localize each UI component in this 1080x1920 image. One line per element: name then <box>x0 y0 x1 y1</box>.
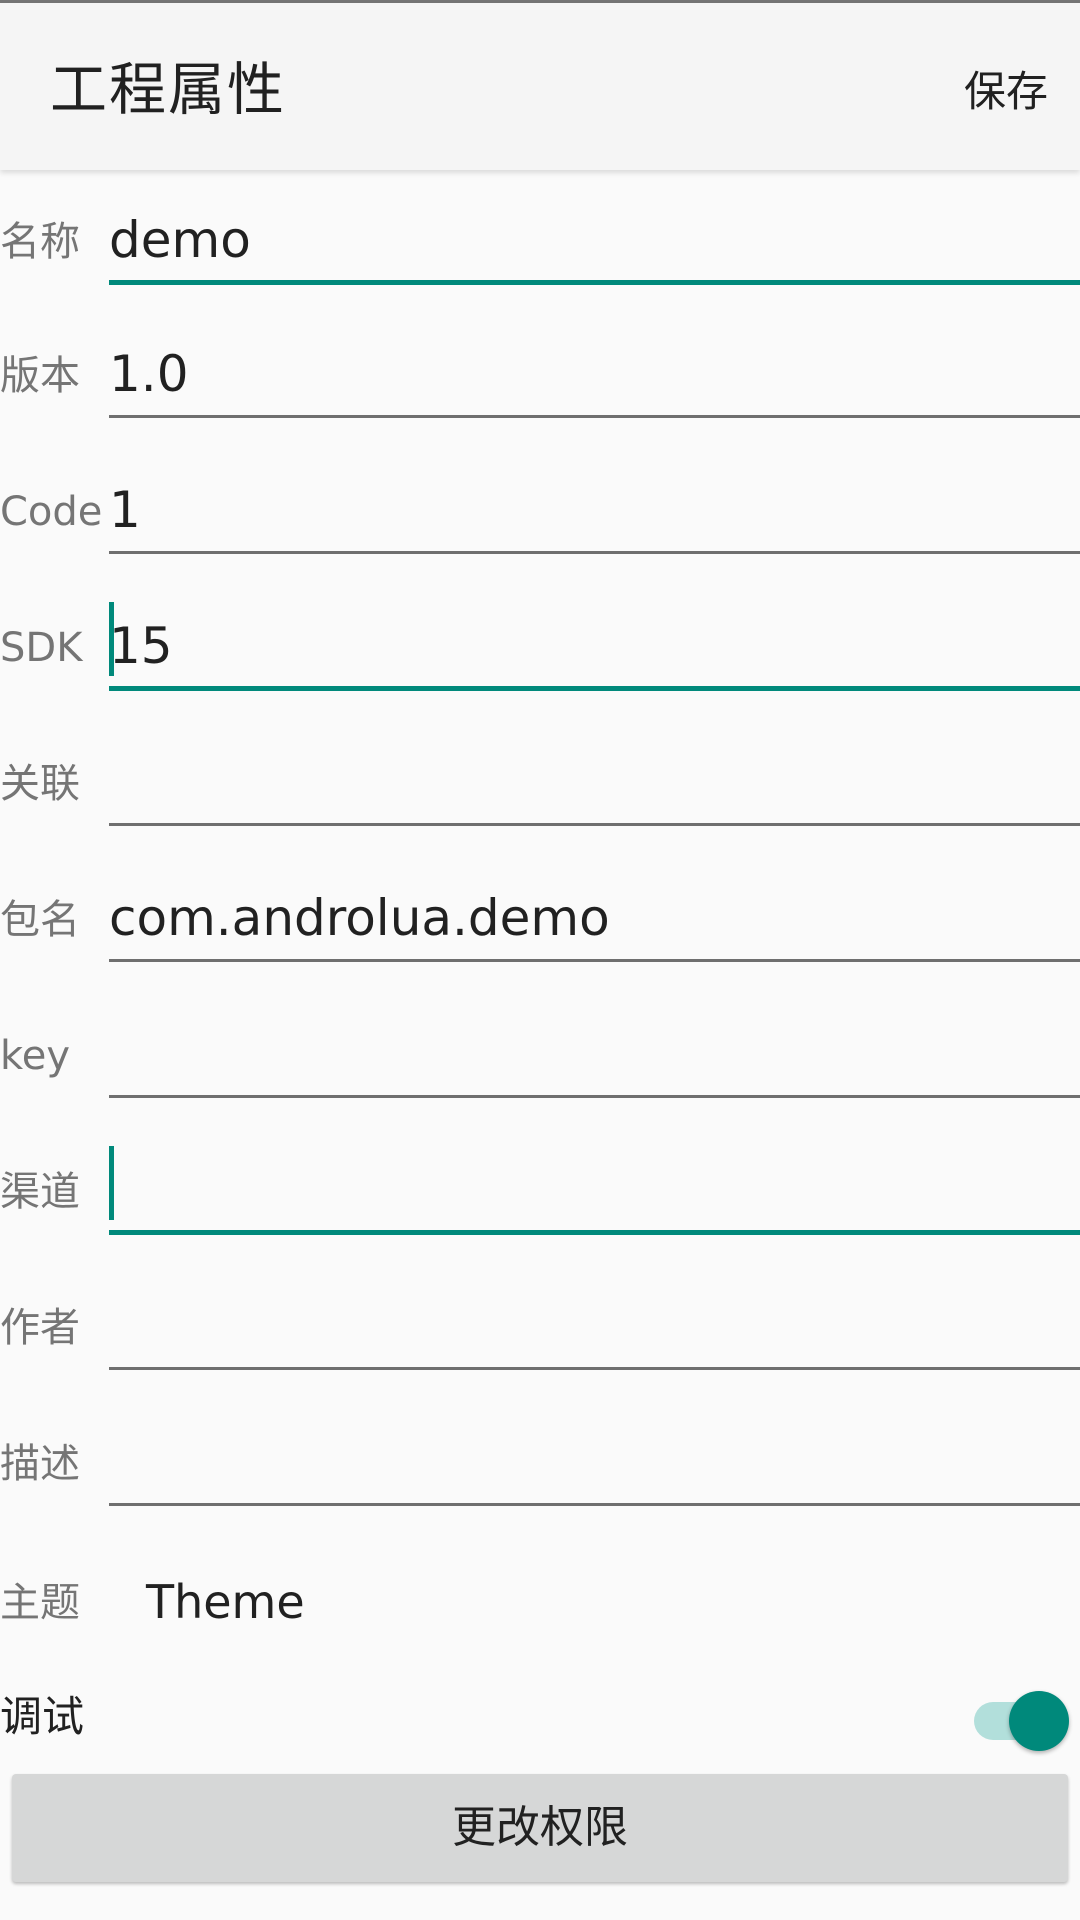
author-field[interactable] <box>109 1234 1080 1370</box>
theme-label: 主题 <box>0 1580 80 1626</box>
page-title: 工程属性 <box>50 57 286 123</box>
key-field[interactable] <box>109 962 1080 1098</box>
field-label-sdk: SDK <box>0 625 83 671</box>
package-field[interactable]: com.androlua.demo <box>109 826 1080 962</box>
form-row-name: 名称 demo <box>0 148 1080 285</box>
form-row-version: 版本 1.0 <box>0 282 1080 418</box>
form-row-package: 包名 com.androlua.demo <box>0 826 1080 962</box>
debug-label: 调试 <box>0 1692 85 1741</box>
form-row-key: key <box>0 962 1080 1098</box>
code-field-value: 1 <box>109 481 141 539</box>
app-bar: 工程属性 保存 <box>0 3 1080 170</box>
association-field[interactable] <box>109 690 1080 826</box>
form-row-sdk: SDK 15 <box>0 554 1080 691</box>
version-field-value: 1.0 <box>109 345 189 403</box>
sdk-field[interactable]: 15 <box>109 554 1080 691</box>
form-row-author: 作者 <box>0 1234 1080 1370</box>
field-label-name: 名称 <box>0 219 80 265</box>
sdk-field-value: 15 <box>109 617 173 675</box>
code-field[interactable]: 1 <box>109 418 1080 554</box>
field-label-channel: 渠道 <box>0 1169 80 1215</box>
theme-selector[interactable]: Theme <box>146 1574 305 1630</box>
package-field-value: com.androlua.demo <box>109 889 610 947</box>
description-field-underline <box>109 1503 1080 1506</box>
field-label-version: 版本 <box>0 353 80 399</box>
field-label-description: 描述 <box>0 1441 80 1487</box>
save-button[interactable]: 保存 <box>964 67 1048 117</box>
debug-toggle[interactable] <box>974 1691 1070 1751</box>
field-label-association: 关联 <box>0 761 80 807</box>
version-field[interactable]: 1.0 <box>109 282 1080 418</box>
name-field[interactable]: demo <box>109 148 1080 285</box>
field-label-code: Code <box>0 489 103 535</box>
form-row-code: Code 1 <box>0 418 1080 554</box>
change-permissions-button[interactable]: 更改权限 <box>12 1774 1068 1882</box>
description-field[interactable] <box>109 1370 1080 1506</box>
debug-row: 调试 <box>0 1684 1080 1754</box>
theme-row: 主题 Theme <box>0 1570 1080 1640</box>
field-label-author: 作者 <box>0 1305 80 1351</box>
toggle-thumb <box>1009 1691 1069 1751</box>
form-row-association: 关联 <box>0 690 1080 826</box>
form-row-channel: 渠道 <box>0 1098 1080 1235</box>
field-label-key: key <box>0 1033 71 1079</box>
form-row-description: 描述 <box>0 1370 1080 1506</box>
field-label-package: 包名 <box>0 897 80 943</box>
name-field-value: demo <box>109 211 251 269</box>
channel-field[interactable] <box>109 1098 1080 1235</box>
text-cursor <box>109 1146 114 1220</box>
